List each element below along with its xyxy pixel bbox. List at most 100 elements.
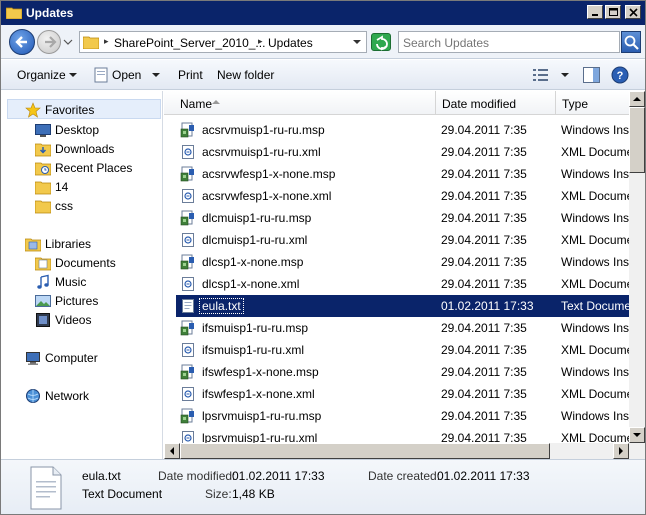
file-type: Windows Installer Patch: [561, 167, 629, 181]
view-options-icon[interactable]: [533, 68, 549, 82]
libraries-icon: [25, 238, 41, 252]
help-icon[interactable]: ?: [611, 66, 629, 84]
file-date-modified: 01.02.2011 17:33: [441, 299, 534, 313]
search-icon: [624, 35, 639, 50]
back-button[interactable]: [9, 29, 35, 55]
file-date-modified: 29.04.2011 7:35: [441, 387, 527, 401]
file-date-modified: 29.04.2011 7:35: [441, 255, 527, 269]
details-size-label: Size:: [205, 487, 232, 501]
search-input[interactable]: [403, 35, 615, 50]
file-row[interactable]: ifsmuisp1-ru-ru.msp 29.04.2011 7:35 Window…: [176, 317, 629, 339]
open-dropdown-icon[interactable]: [152, 73, 160, 77]
file-row[interactable]: dlcmuisp1-ru-ru.xml 29.04.2011 7:35 XML Do…: [176, 229, 629, 251]
msp-icon: [180, 254, 194, 270]
file-row[interactable]: dlcsp1-x-none.msp 29.04.2011 7:35 Windows …: [176, 251, 629, 273]
file-name: acsrvmuisp1-ru-ru.msp: [202, 123, 325, 137]
file-type: Windows Installer Patch: [561, 365, 629, 379]
column-header-date-modified[interactable]: Date modified: [436, 91, 556, 115]
music-icon: [37, 274, 49, 289]
nav-folder-css-label: css: [55, 199, 73, 213]
vertical-scrollbar[interactable]: [629, 91, 645, 443]
preview-pane-icon[interactable]: [583, 67, 600, 83]
column-header-name[interactable]: Name: [174, 91, 436, 115]
nav-downloads-label: Downloads: [55, 142, 115, 156]
arrow-right-icon: [45, 36, 57, 48]
breadcrumb-separator-icon[interactable]: ▸: [258, 36, 263, 47]
minimize-button[interactable]: [587, 5, 603, 19]
folder-icon: [35, 200, 51, 214]
file-row[interactable]: acsrvmuisp1-ru-ru.xml 29.04.2011 7:35 XML …: [176, 141, 629, 163]
breadcrumb-separator-icon[interactable]: ▸: [104, 36, 109, 47]
breadcrumb-segment[interactable]: SharePoint_Server_2010_...: [114, 36, 265, 50]
close-button[interactable]: [625, 5, 641, 19]
organize-dropdown-icon[interactable]: [69, 73, 77, 77]
file-name: ifswfesp1-x-none.xml: [202, 387, 315, 401]
forward-button[interactable]: [37, 30, 61, 54]
breadcrumb-segment[interactable]: Updates: [268, 36, 313, 50]
navigation-pane: Favorites Desktop Downloads Recent Place…: [1, 91, 163, 459]
file-row[interactable]: lpsrvmuisp1-ru-ru.msp 29.04.2011 7:35 Wind…: [176, 405, 629, 427]
nav-favorites-label: Favorites: [45, 103, 95, 117]
msp-icon: [180, 210, 194, 226]
details-size-value: 1,48 KB: [232, 487, 275, 501]
new-folder-button[interactable]: New folder: [217, 68, 274, 82]
refresh-icon: [376, 35, 388, 51]
txt-icon: [182, 299, 194, 313]
file-row[interactable]: dlcsp1-x-none.xml 29.04.2011 7:35 XML Docu…: [176, 273, 629, 295]
file-name: lpsrvmuisp1-ru-ru.msp: [202, 409, 322, 423]
file-date-modified: 29.04.2011 7:35: [441, 343, 527, 357]
scroll-right-button[interactable]: [613, 443, 629, 459]
file-type: XML Document: [561, 387, 629, 401]
file-row[interactable]: eula.txt 01.02.2011 17:33 Text Document: [176, 295, 629, 317]
downloads-folder-icon: [35, 143, 51, 157]
file-row[interactable]: acsrvwfesp1-x-none.xml 29.04.2011 7:35 XML…: [176, 185, 629, 207]
column-header-name-label: Name: [180, 97, 213, 111]
file-row[interactable]: ifsmuisp1-ru-ru.xml 29.04.2011 7:35 XML Do…: [176, 339, 629, 361]
refresh-button[interactable]: [371, 33, 391, 51]
address-dropdown-icon[interactable]: [353, 40, 361, 44]
view-dropdown-icon[interactable]: [561, 73, 569, 77]
address-bar: ▸ SharePoint_Server_2010_... ▸ Updates: [1, 25, 645, 59]
file-date-modified: 29.04.2011 7:35: [441, 189, 527, 203]
file-row[interactable]: dlcmuisp1-ru-ru.msp 29.04.2011 7:35 Window…: [176, 207, 629, 229]
recent-pages-chevron-icon[interactable]: [63, 37, 73, 47]
search-box[interactable]: [398, 31, 620, 53]
file-row[interactable]: ifswfesp1-x-none.msp 29.04.2011 7:35 Windo…: [176, 361, 629, 383]
scroll-left-button[interactable]: [164, 443, 180, 459]
file-name: acsrvwfesp1-x-none.xml: [202, 189, 332, 203]
file-name: acsrvmuisp1-ru-ru.xml: [202, 145, 321, 159]
file-name: ifsmuisp1-ru-ru.xml: [202, 343, 305, 357]
close-icon: [629, 8, 638, 17]
nav-documents-label: Documents: [55, 256, 116, 270]
file-row[interactable]: acsrvmuisp1-ru-ru.msp 29.04.2011 7:35 Wind…: [176, 119, 629, 141]
search-button[interactable]: [621, 31, 641, 53]
file-row[interactable]: acsrvwfesp1-x-none.msp 29.04.2011 7:35 Win…: [176, 163, 629, 185]
file-name: ifsmuisp1-ru-ru.msp: [202, 321, 309, 335]
computer-icon: [26, 352, 40, 365]
file-type: Windows Installer Patch: [561, 409, 629, 423]
column-header-type[interactable]: Type: [556, 91, 629, 115]
title-bar[interactable]: Updates: [1, 1, 645, 25]
scroll-down-button[interactable]: [629, 427, 645, 443]
scroll-up-button[interactable]: [629, 91, 645, 107]
nav-videos-label: Videos: [55, 313, 92, 327]
details-date-created-label: Date created:: [368, 469, 441, 483]
file-row[interactable]: ifswfesp1-x-none.xml 29.04.2011 7:35 XML D…: [176, 383, 629, 405]
horizontal-scrollbar[interactable]: [164, 443, 645, 459]
breadcrumb[interactable]: ▸ SharePoint_Server_2010_... ▸ Updates: [79, 31, 367, 53]
horizontal-scroll-thumb[interactable]: [180, 443, 550, 459]
print-button[interactable]: Print: [178, 68, 203, 82]
arrow-left-icon: [170, 447, 174, 455]
column-header-date-label: Date modified: [442, 97, 517, 111]
vertical-scroll-thumb[interactable]: [629, 107, 645, 173]
file-date-modified: 29.04.2011 7:35: [441, 321, 527, 335]
file-type: XML Document: [561, 343, 629, 357]
maximize-button[interactable]: [605, 5, 621, 19]
column-header-type-label: Type: [562, 97, 589, 111]
nav-network-label: Network: [45, 389, 90, 403]
open-button[interactable]: Open: [112, 68, 141, 82]
sort-ascending-icon: [212, 100, 220, 104]
file-date-modified: 29.04.2011 7:35: [441, 233, 527, 247]
details-date-modified-label: Date modified:: [158, 469, 236, 483]
organize-button[interactable]: Organize: [17, 68, 66, 82]
